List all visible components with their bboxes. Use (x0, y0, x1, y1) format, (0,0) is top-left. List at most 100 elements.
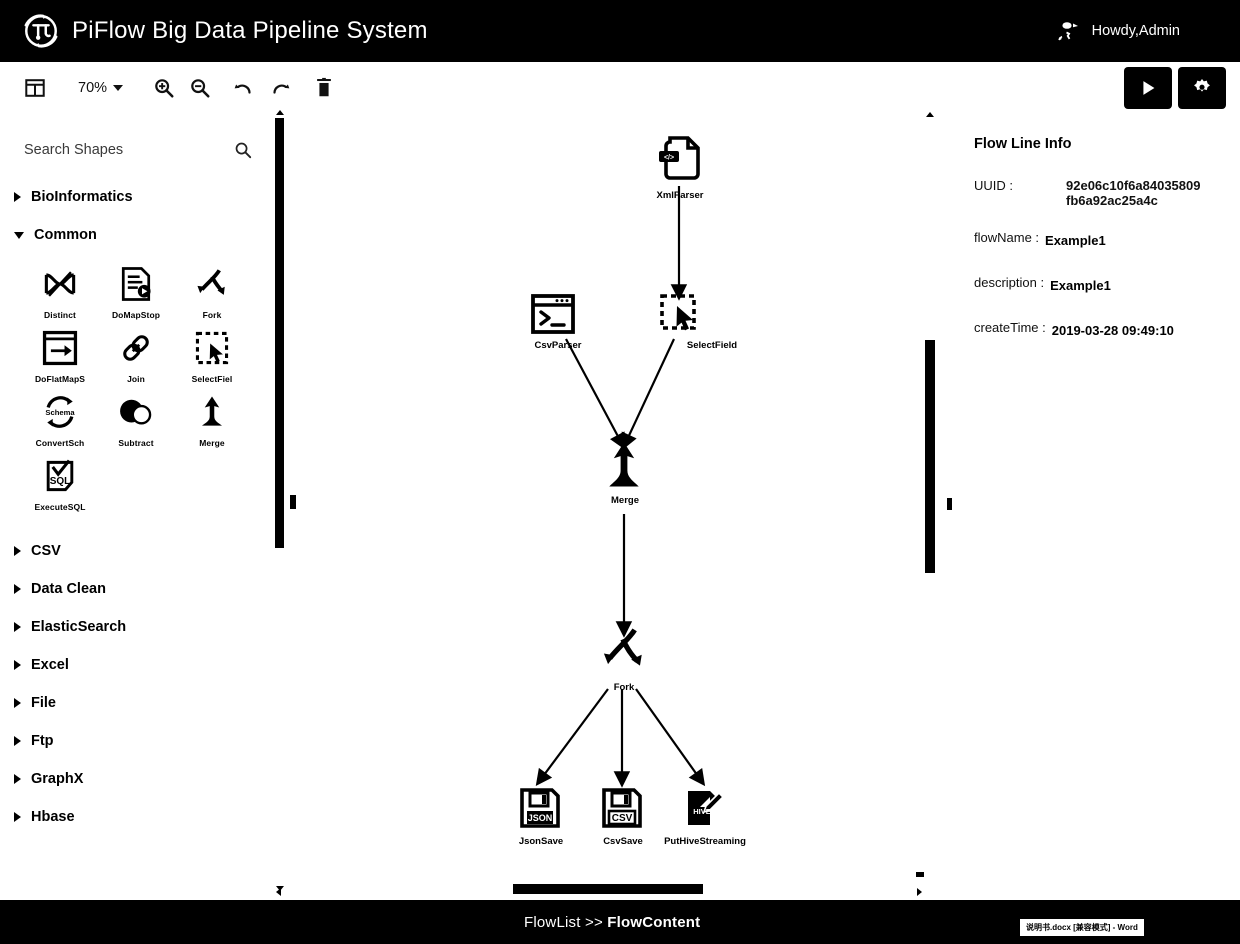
flow-node-label: JsonSave (518, 836, 564, 847)
zoom-in-button[interactable] (153, 71, 175, 105)
shape-item-merge[interactable]: Merge (174, 392, 250, 448)
panel-layout-icon (25, 79, 45, 97)
flow-node-fork[interactable]: Fork (598, 624, 650, 693)
flow-node-puthivestreaming[interactable]: HIVE PutHiveStreaming (664, 786, 746, 847)
do-map-stop-icon (121, 267, 151, 301)
breadcrumb[interactable]: FlowList >> FlowContent (524, 914, 700, 931)
search-icon[interactable] (234, 141, 252, 159)
canvas-vertical-scroll-thumb[interactable] (925, 340, 935, 573)
uuid-value: 92e06c10f6a84035809 fb6a92ac25a4c (1066, 178, 1230, 208)
category-label: CSV (31, 543, 61, 559)
editor-toolbar: 70% (0, 62, 1240, 114)
chevron-right-icon (14, 774, 21, 784)
shape-label: ExecuteSQL (34, 502, 86, 512)
sidebar-category-bioinformatics[interactable]: BioInformatics (0, 178, 272, 216)
shape-label: Merge (199, 438, 225, 448)
zoom-out-button[interactable] (189, 71, 211, 105)
flow-node-merge[interactable]: Merge (599, 439, 651, 506)
select-field-icon (660, 294, 696, 331)
do-flat-map-icon (42, 330, 78, 366)
chevron-right-icon (14, 812, 21, 822)
sidebar-category-excel[interactable]: Excel (0, 646, 272, 684)
category-label: Ftp (31, 733, 54, 749)
shape-item-join[interactable]: Join (98, 328, 174, 384)
settings-button[interactable] (1178, 67, 1226, 109)
sidebar-category-graphx[interactable]: GraphX (0, 760, 272, 798)
delete-button[interactable] (313, 71, 335, 105)
shape-label: Distinct (44, 310, 76, 320)
sidebar-category-file[interactable]: File (0, 684, 272, 722)
canvas-scroll-up-arrow-icon[interactable] (926, 112, 934, 117)
svg-text:JSON: JSON (528, 813, 553, 823)
create-time-value: 2019-03-28 09:49:10 (1051, 322, 1174, 338)
canvas-scroll-right-arrow-icon[interactable] (917, 888, 922, 896)
flow-line-info-panel: Flow Line Info UUID : 92e06c10f6a8403580… (956, 114, 1240, 896)
user-area[interactable]: Howdy,Admin (1056, 19, 1240, 43)
flow-node-selectfield[interactable]: SelectField (658, 292, 737, 351)
subtract-icon (120, 399, 152, 425)
canvas-horizontal-scroll-thumb[interactable] (513, 884, 703, 894)
category-label: Common (34, 227, 97, 243)
sidebar-category-hbase[interactable]: Hbase (0, 798, 272, 836)
fork-icon (603, 628, 642, 666)
canvas-scroll-mark (947, 498, 952, 510)
sidebar-category-common[interactable]: Common (0, 216, 272, 254)
shape-item-subtract[interactable]: Subtract (98, 392, 174, 448)
info-row-createtime: createTime : 2019-03-28 09:49:10 (974, 320, 1230, 343)
flow-node-label: CsvParser (534, 340, 582, 351)
shapes-panel: BioInformatics Common Distinct (0, 114, 272, 896)
trash-icon (317, 77, 331, 97)
xml-document-icon: </> (659, 136, 700, 180)
shape-item-doflatmaps[interactable]: DoFlatMapS (22, 328, 98, 384)
common-shapes-grid: Distinct DoMapStop Fork DoFlatMapS Join … (0, 254, 272, 518)
sidebar-category-ftp[interactable]: Ftp (0, 722, 272, 760)
shape-item-convertschema[interactable]: Schema ConvertSch (22, 392, 98, 448)
shape-label: SelectFiel (191, 374, 233, 384)
panel-title: Flow Line Info (974, 136, 1072, 152)
sidebar-category-csv[interactable]: CSV (0, 532, 272, 570)
uuid-value-line2: fb6a92ac25a4c (1066, 193, 1158, 208)
chevron-right-icon (14, 622, 21, 632)
flow-node-xmlparser[interactable]: </> XmlParser (654, 132, 706, 201)
undo-button[interactable] (233, 71, 255, 105)
breadcrumb-parent[interactable]: FlowList >> (524, 914, 607, 931)
scroll-up-arrow-icon[interactable] (276, 110, 284, 115)
sidebar-category-elasticsearch[interactable]: ElasticSearch (0, 608, 272, 646)
toolbar-actions (1124, 67, 1240, 109)
shape-item-domapstop[interactable]: DoMapStop (98, 264, 174, 320)
category-label: Excel (31, 657, 69, 673)
svg-text:</>: </> (664, 154, 674, 161)
search-shapes-row (0, 122, 272, 178)
pi-circle-logo-icon (22, 12, 60, 50)
flow-node-jsonsave[interactable]: JSON JsonSave (518, 786, 564, 847)
chevron-down-icon (113, 85, 124, 91)
app-header: PiFlow Big Data Pipeline System Howdy,Ad… (0, 0, 1240, 62)
flow-node-csvsave[interactable]: CSV CsvSave (600, 786, 646, 847)
shape-item-distinct[interactable]: Distinct (22, 264, 98, 320)
flow-node-csvparser[interactable]: CsvParser (530, 292, 582, 351)
shape-item-fork[interactable]: Fork (174, 264, 250, 320)
shape-item-selectfield[interactable]: SelectFiel (174, 328, 250, 384)
zoom-level-dropdown[interactable]: 70% (78, 80, 124, 96)
run-flow-button[interactable] (1124, 67, 1172, 109)
chevron-right-icon (14, 736, 21, 746)
flow-edges (535, 186, 706, 788)
panel-layout-button[interactable] (20, 71, 50, 105)
shapes-panel-scroll-thumb[interactable] (275, 118, 284, 548)
merge-icon (202, 396, 222, 426)
taskbar-word-document[interactable]: 说明书.docx [兼容模式] - Word (1020, 919, 1144, 936)
flow-node-label: PutHiveStreaming (664, 836, 746, 847)
canvas-scroll-left-arrow-icon[interactable] (276, 888, 281, 896)
flow-canvas[interactable]: </> XmlParser CsvParser SelectField Merg… (296, 114, 912, 896)
user-avatar-icon (1056, 19, 1082, 43)
redo-button[interactable] (269, 71, 291, 105)
search-shapes-input[interactable] (24, 142, 234, 158)
merge-icon (609, 442, 639, 487)
zoom-level-value: 70% (78, 80, 108, 96)
category-label: Hbase (31, 809, 75, 825)
shape-item-executesql[interactable]: SQL ExecuteSQL (22, 456, 98, 512)
sidebar-category-data-clean[interactable]: Data Clean (0, 570, 272, 608)
chevron-right-icon (14, 546, 21, 556)
piflow-app-window: PiFlow Big Data Pipeline System Howdy,Ad… (0, 0, 1240, 944)
svg-text:CSV: CSV (612, 813, 633, 824)
